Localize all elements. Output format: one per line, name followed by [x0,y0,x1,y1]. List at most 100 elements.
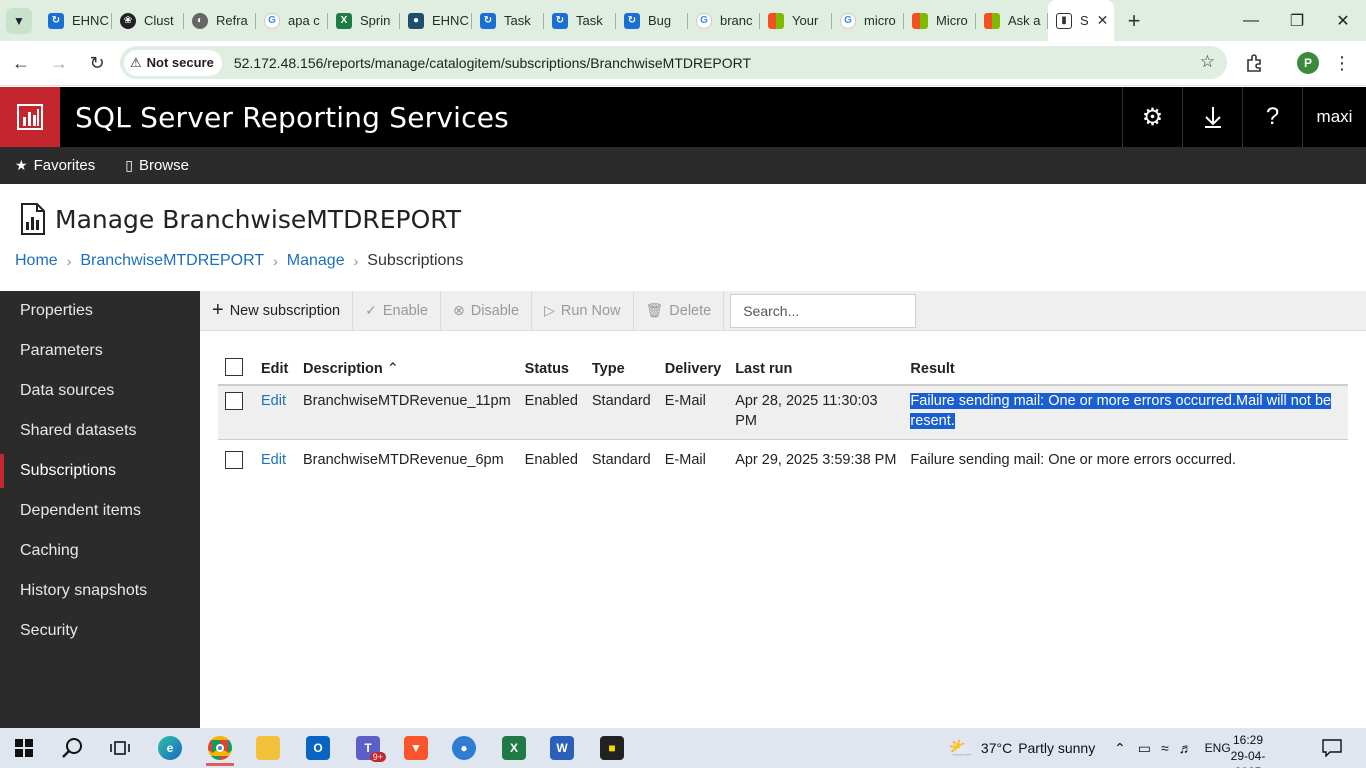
brave-icon[interactable]: ▼ [396,732,436,764]
browser-tab[interactable]: ◐ Refra [184,0,256,41]
forward-button[interactable]: → [42,46,76,80]
report-icon [20,203,46,240]
weather-widget[interactable]: ⛅ 37°C Partly sunny [948,728,1095,768]
tray-icons: ⌃ ▭ ≈ ♬ ENG [1114,728,1231,768]
col-status: Status [517,353,585,386]
close-window-button[interactable]: ✕ [1320,0,1366,41]
row-checkbox[interactable] [225,451,243,469]
browser-tab[interactable]: Gmicro [832,0,904,41]
chevron-right-icon: › [273,253,278,269]
trash-icon: 🗑 [645,302,664,318]
ssrs-logo-icon[interactable] [0,87,60,147]
sidebar-item-subscriptions[interactable]: Subscriptions [0,451,200,491]
browser-tab-active[interactable]: ▮ S ✕ [1048,0,1114,41]
google-icon: G [840,12,856,29]
row-checkbox[interactable] [225,392,243,410]
address-bar[interactable]: ⚠ Not secure 52.172.48.156/reports/manag… [120,46,1227,79]
sidebar-item-dependent-items[interactable]: Dependent items [0,491,200,531]
browser-tab[interactable]: Your [760,0,832,41]
battery-icon[interactable]: ▭ [1138,740,1151,757]
security-chip[interactable]: ⚠ Not secure [124,49,222,76]
table-row[interactable]: Edit BranchwiseMTDRevenue_11pm Enabled S… [218,385,1348,440]
new-subscription-button[interactable]: + New subscription [200,291,354,330]
sidebar-item-shared-datasets[interactable]: Shared datasets [0,411,200,451]
edit-link[interactable]: Edit [261,452,286,468]
browser-tab[interactable]: Gapa c [256,0,328,41]
disable-button[interactable]: ⊗ Disable [441,291,533,330]
reload-button[interactable]: ↻ [80,46,114,80]
sticky-notes-icon[interactable]: ■ [592,732,632,764]
delete-button[interactable]: 🗑 Delete [634,291,725,330]
back-button[interactable]: ← [4,46,38,80]
sort-ascending-icon: ⌃ [386,360,399,377]
teams-icon[interactable]: T 9+ [348,732,388,764]
sidebar-item-data-sources[interactable]: Data sources [0,371,200,411]
excel-icon[interactable]: X [494,732,534,764]
browser-tab-strip: ▼ ↻ EHNC ❀ Clust ◐ Refra Gapa c X Sprin ● EHN… [0,0,1366,41]
browser-menu-icon[interactable]: ⋮ [1330,50,1354,76]
nav-favorites[interactable]: ★ Favorites [15,157,95,174]
enable-button[interactable]: ✓ Enable [353,291,441,330]
col-description[interactable]: Description ⌃ [296,353,518,386]
browser-tab[interactable]: ↻ Task [472,0,544,41]
tab-search-button[interactable]: ▼ [6,7,32,34]
sidebar-item-caching[interactable]: Caching [0,531,200,571]
cell-type: Standard [591,452,651,468]
file-explorer-icon[interactable] [248,732,288,764]
cell-status: Enabled [524,452,578,468]
browser-tab[interactable]: Micro [904,0,976,41]
settings-gear-icon[interactable]: ⚙ [1122,87,1182,147]
search-input[interactable] [730,294,917,328]
word-icon[interactable]: W [542,732,582,764]
minimize-button[interactable]: — [1228,0,1274,41]
col-delivery: Delivery [657,353,729,386]
windows-start-icon[interactable] [4,732,44,764]
cell-status: Enabled [517,385,585,440]
breadcrumb-manage[interactable]: Manage [287,252,345,270]
wifi-icon[interactable]: ≈ [1161,740,1169,756]
profile-avatar[interactable]: P [1294,50,1322,76]
breadcrumb-report[interactable]: BranchwiseMTDREPORT [80,252,264,270]
sidebar-item-security[interactable]: Security [0,611,200,651]
sidebar-item-history-snapshots[interactable]: History snapshots [0,571,200,611]
browser-tab[interactable]: Ask a [976,0,1048,41]
breadcrumb-home[interactable]: Home [15,252,58,270]
app-icon[interactable]: ● [444,732,484,764]
browser-tab[interactable]: ❀ Clust [112,0,184,41]
table-row[interactable]: Edit BranchwiseMTDRevenue_6pm Enabled St… [218,440,1348,484]
clock[interactable]: 16:29 29-04-2025 [1218,732,1278,768]
help-icon[interactable]: ? [1242,87,1302,147]
edit-link[interactable]: Edit [261,393,286,409]
sidebar-item-parameters[interactable]: Parameters [0,331,200,371]
nav-browse[interactable]: ▯ Browse [125,157,189,174]
extensions-icon[interactable] [1240,50,1268,76]
browser-tab[interactable]: ↻ EHNC [40,0,112,41]
chevron-up-icon[interactable]: ⌃ [1114,740,1126,757]
browser-tab[interactable]: Gbranc [688,0,760,41]
run-now-button[interactable]: ▷ Run Now [532,291,634,330]
new-tab-button[interactable]: + [1114,8,1154,34]
volume-icon[interactable]: ♬ [1179,740,1193,756]
edge-icon[interactable]: e [150,732,190,764]
chrome-icon[interactable] [200,732,240,766]
search-icon[interactable] [52,732,92,764]
browser-toolbar: ← → ↻ ⚠ Not secure 52.172.48.156/reports… [0,41,1366,86]
globe-icon: ◐ [192,12,208,29]
url-text[interactable]: 52.172.48.156/reports/manage/catalogitem… [234,55,751,71]
browser-tab[interactable]: ● EHNC [400,0,472,41]
user-menu[interactable]: maxi [1302,87,1366,147]
browser-tab[interactable]: ↻ Bug [616,0,688,41]
cell-last-run: Apr 29, 2025 3:59:38 PM [735,452,897,468]
notifications-icon[interactable] [1322,728,1342,768]
select-all-checkbox[interactable] [225,358,243,376]
warning-icon: ⚠ [130,54,142,70]
browser-tab[interactable]: X Sprin [328,0,400,41]
outlook-icon[interactable]: O [298,732,338,764]
close-tab-icon[interactable]: ✕ [1097,12,1109,29]
bookmark-star-icon[interactable]: ☆ [1200,52,1215,72]
restore-button[interactable]: ❐ [1274,0,1320,41]
task-view-icon[interactable] [100,732,140,764]
sidebar-item-properties[interactable]: Properties [0,291,200,331]
download-icon[interactable] [1182,87,1242,147]
browser-tab[interactable]: ↻ Task [544,0,616,41]
